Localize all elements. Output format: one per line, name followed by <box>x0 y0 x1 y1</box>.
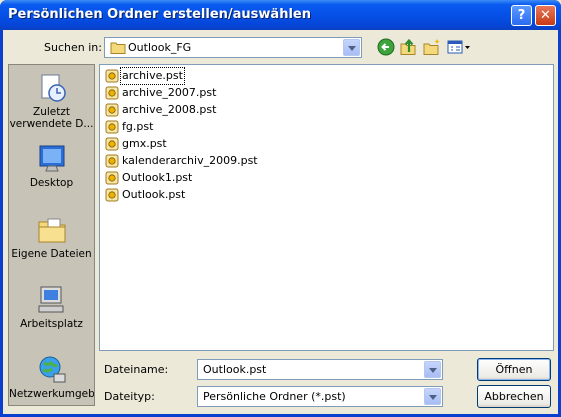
place-desktop-label: Desktop <box>29 177 74 189</box>
list-item[interactable]: archive_2007.pst <box>105 85 217 101</box>
pst-file-icon <box>105 69 119 83</box>
pst-file-icon <box>105 137 119 151</box>
help-button[interactable]: ? <box>511 5 532 26</box>
close-button[interactable]: ✕ <box>535 5 556 26</box>
file-name: gmx.pst <box>122 137 167 150</box>
file-name: Outlook1.pst <box>122 171 193 184</box>
list-item[interactable]: fg.pst <box>105 119 154 135</box>
filename-value: Outlook.pst <box>203 363 267 376</box>
my-computer-icon <box>38 286 63 313</box>
chevron-down-icon[interactable] <box>424 361 441 378</box>
place-my-documents[interactable]: Eigene Dateien <box>9 214 94 260</box>
place-my-computer[interactable]: Arbeitsplatz <box>9 284 94 330</box>
place-recent-documents[interactable]: Zuletzt verwendete D... <box>9 72 94 130</box>
places-bar: Zuletzt verwendete D... Desktop Eigene D… <box>8 64 95 406</box>
dialog-window: Persönlichen Ordner erstellen/auswählen … <box>0 0 561 417</box>
filetype-select[interactable]: Persönliche Ordner (*.pst) <box>197 386 443 407</box>
place-recent-label-line1: Zuletzt <box>33 106 70 118</box>
lookin-combobox[interactable]: Outlook_FG <box>104 37 362 58</box>
list-item[interactable]: archive.pst <box>105 67 185 85</box>
filename-field[interactable]: Outlook.pst <box>197 359 443 380</box>
lookin-label: Suchen in: <box>44 41 102 54</box>
desktop-icon <box>39 145 64 172</box>
recent-documents-icon <box>41 74 66 102</box>
pst-file-icon <box>105 154 119 168</box>
chevron-down-icon[interactable] <box>424 388 441 405</box>
back-icon[interactable] <box>377 38 395 56</box>
list-item[interactable]: Outlook1.pst <box>105 170 193 186</box>
file-name: kalenderarchiv_2009.pst <box>122 154 258 167</box>
list-item[interactable]: Outlook.pst <box>105 187 186 203</box>
file-name: archive.pst <box>120 67 185 85</box>
title-bar[interactable]: Persönlichen Ordner erstellen/auswählen … <box>0 0 561 30</box>
window-title: Persönlichen Ordner erstellen/auswählen <box>8 7 311 22</box>
filetype-value: Persönliche Ordner (*.pst) <box>203 390 346 403</box>
place-desktop[interactable]: Desktop <box>9 143 94 189</box>
file-list[interactable]: archive.pst archive_2007.pst archive_200… <box>99 64 554 351</box>
pst-file-icon <box>105 188 119 202</box>
list-item[interactable]: gmx.pst <box>105 136 168 152</box>
my-documents-icon <box>38 218 65 243</box>
view-menu-icon[interactable] <box>447 38 471 56</box>
up-folder-icon[interactable] <box>399 38 417 56</box>
file-name: archive_2007.pst <box>122 86 217 99</box>
list-item[interactable]: kalenderarchiv_2009.pst <box>105 153 259 169</box>
pst-file-icon <box>105 120 119 134</box>
place-network[interactable]: Netzwerkumgeb <box>9 354 94 400</box>
file-name: archive_2008.pst <box>122 103 217 116</box>
open-button[interactable]: Öffnen <box>477 358 551 381</box>
new-folder-icon[interactable] <box>423 38 441 56</box>
dialog-body: Suchen in: Outlook_FG Zuletzt verwendete… <box>3 30 558 414</box>
network-icon <box>39 356 65 383</box>
filetype-label: Dateityp: <box>104 390 155 403</box>
filename-label: Dateiname: <box>104 363 169 376</box>
pst-file-icon <box>105 103 119 117</box>
pst-file-icon <box>105 171 119 185</box>
folder-icon <box>110 42 126 54</box>
cancel-button[interactable]: Abbrechen <box>477 385 551 408</box>
place-network-label: Netzwerkumgeb <box>9 388 94 400</box>
file-name: fg.pst <box>122 120 154 133</box>
file-name: Outlook.pst <box>122 188 186 201</box>
place-my-documents-label: Eigene Dateien <box>11 248 92 260</box>
pst-file-icon <box>105 86 119 100</box>
list-item[interactable]: archive_2008.pst <box>105 102 217 118</box>
place-my-computer-label: Arbeitsplatz <box>20 318 83 330</box>
place-recent-label-line2: verwendete D... <box>9 118 94 130</box>
chevron-down-icon[interactable] <box>343 39 360 56</box>
lookin-value: Outlook_FG <box>128 41 192 54</box>
